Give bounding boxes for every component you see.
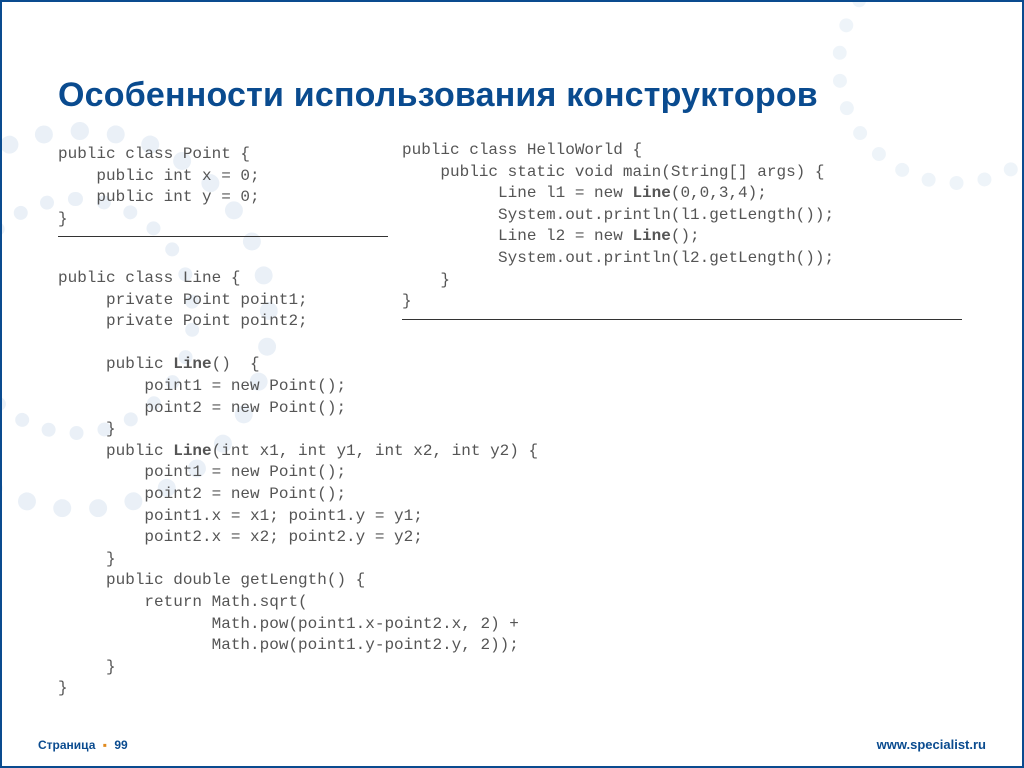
slide-title: Особенности использования конструкторов bbox=[58, 76, 818, 115]
page-separator-icon: ▪ bbox=[99, 738, 111, 752]
footer-url: www.specialist.ru bbox=[877, 737, 986, 752]
page-number: 99 bbox=[114, 738, 127, 752]
footer: Страница ▪ 99 www.specialist.ru bbox=[38, 737, 986, 752]
page-label: Страница bbox=[38, 738, 95, 752]
code-point-class: public class Point { public int x = 0; p… bbox=[58, 144, 388, 230]
code-block-point: public class Point { public int x = 0; p… bbox=[58, 144, 388, 237]
slide: Особенности использования конструкторов … bbox=[0, 0, 1024, 768]
code-block-line: public class Line { private Point point1… bbox=[58, 268, 578, 700]
page-indicator: Страница ▪ 99 bbox=[38, 738, 128, 752]
code-line-class: public class Line { private Point point1… bbox=[58, 268, 578, 700]
